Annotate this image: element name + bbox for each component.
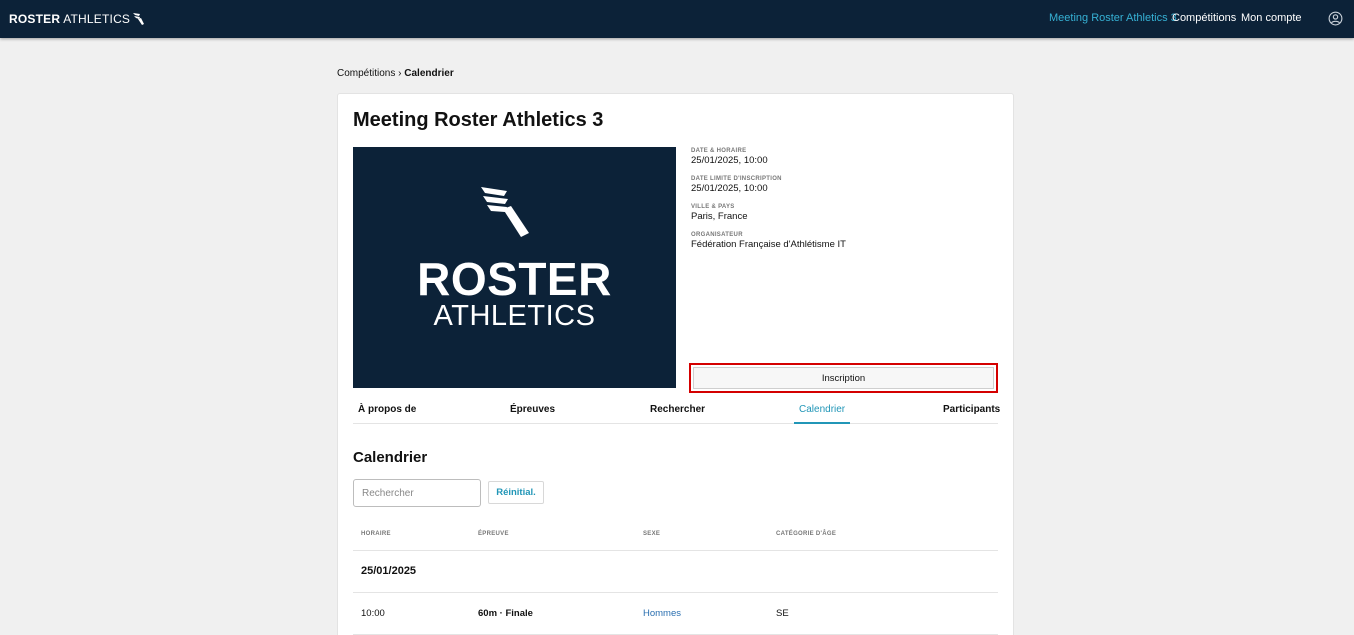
tab-calendar[interactable]: Calendrier (794, 402, 851, 424)
column-header-sex: SEXE (643, 531, 661, 537)
info-date-time: DATE & HORAIRE 25/01/2025, 10:00 (691, 148, 768, 166)
info-registration-deadline: DATE LIMITE D'INSCRIPTION 25/01/2025, 10… (691, 176, 782, 194)
top-navbar: ROSTER ATHLETICS Meeting Roster Athletic… (0, 0, 1354, 38)
signup-button[interactable]: Inscription (689, 363, 998, 393)
event-banner-image: ROSTER ATHLETICS (353, 147, 676, 388)
event-tabs: À propos de Épreuves Rechercher Calendri… (353, 402, 1000, 424)
date-group-heading: 25/01/2025 (361, 565, 417, 577)
nav-link-account[interactable]: Mon compte (1241, 12, 1302, 24)
cell-event[interactable]: 60m · Finale (478, 608, 533, 619)
user-account-icon[interactable] (1328, 11, 1343, 26)
brand-name-light: ATHLETICS (63, 12, 131, 26)
column-header-time: HORAIRE (361, 531, 391, 537)
search-input[interactable] (353, 479, 481, 507)
cell-sex-link[interactable]: Hommes (643, 608, 681, 619)
info-label: VILLE & PAYS (691, 204, 735, 210)
tab-participants[interactable]: Participants (943, 402, 1000, 424)
brand-logo[interactable]: ROSTER ATHLETICS (9, 11, 146, 27)
tab-search[interactable]: Rechercher (650, 402, 705, 424)
cell-age-category: SE (776, 608, 789, 619)
brand-name-bold: ROSTER (9, 12, 61, 26)
winged-shoe-logo (481, 187, 529, 237)
breadcrumb: Compétitions › Calendrier (337, 68, 454, 79)
info-label: ORGANISATEUR (691, 232, 743, 238)
info-value: Paris, France (691, 211, 748, 222)
column-header-age-category: CATÉGORIE D'ÂGE (776, 531, 837, 537)
info-value: Fédération Française d'Athlétisme IT (691, 239, 846, 250)
page-title: Meeting Roster Athletics 3 (353, 109, 604, 131)
divider (353, 550, 998, 551)
banner-title-line2: ATHLETICS (433, 300, 596, 332)
signup-button-label: Inscription (821, 372, 866, 384)
tab-events[interactable]: Épreuves (510, 402, 555, 424)
winged-shoe-icon (133, 13, 145, 25)
tab-about[interactable]: À propos de (358, 402, 416, 424)
info-label: DATE & HORAIRE (691, 148, 747, 154)
info-city-country: VILLE & PAYS Paris, France (691, 204, 748, 222)
divider (353, 592, 998, 593)
info-organizer: ORGANISATEUR Fédération Française d'Athl… (691, 232, 846, 250)
reset-button[interactable]: Réinitial. (488, 481, 544, 504)
info-value: 25/01/2025, 10:00 (691, 183, 768, 194)
banner-title-line1: ROSTER (417, 253, 612, 305)
breadcrumb-link-competitions[interactable]: Compétitions (337, 68, 395, 79)
info-label: DATE LIMITE D'INSCRIPTION (691, 176, 782, 182)
breadcrumb-current: Calendrier (404, 68, 454, 79)
info-value: 25/01/2025, 10:00 (691, 155, 768, 166)
section-title: Calendrier (353, 449, 428, 466)
nav-link-competitions[interactable]: Compétitions (1172, 12, 1236, 24)
cell-time: 10:00 (361, 608, 385, 619)
column-header-event: ÉPREUVE (478, 531, 509, 537)
nav-link-meeting[interactable]: Meeting Roster Athletics 3 (1049, 12, 1177, 24)
breadcrumb-separator: › (398, 68, 402, 79)
